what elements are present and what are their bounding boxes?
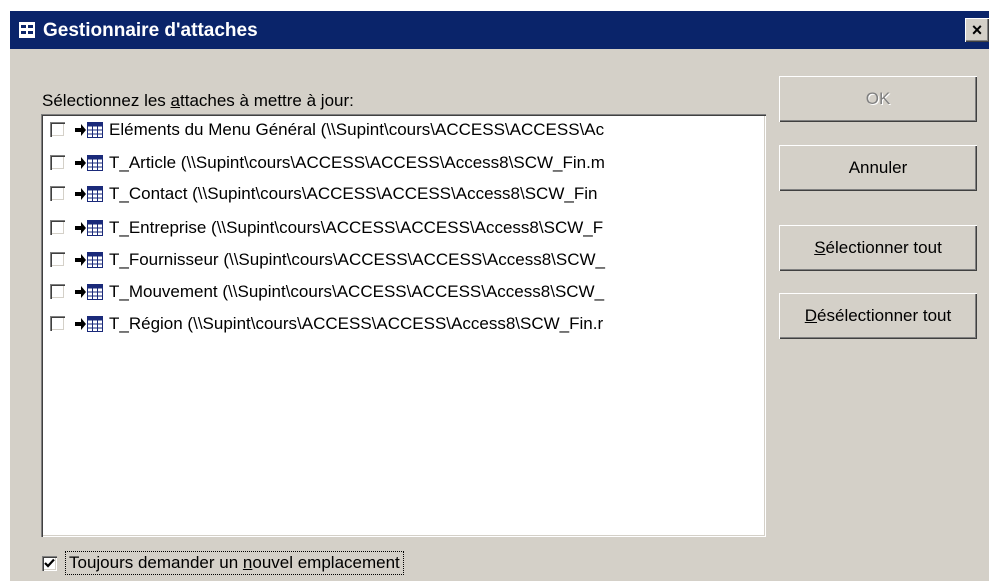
close-icon: × [971, 19, 983, 40]
select-all-button-label: Sélectionner tout [814, 238, 942, 257]
mnemonic: a [170, 91, 180, 110]
list-item[interactable]: T_Région (\\Supint\cours\ACCESS\ACCESS\A… [47, 311, 762, 339]
item-checkbox[interactable] [50, 252, 65, 267]
table-icon [87, 122, 103, 138]
title-bar[interactable]: Gestionnaire d'attaches × [10, 11, 989, 49]
list-item[interactable]: Eléments du Menu Général (\\Supint\cours… [47, 117, 762, 145]
item-label: T_Fournisseur (\\Supint\cours\ACCESS\ACC… [109, 250, 605, 269]
item-label: T_Région (\\Supint\cours\ACCESS\ACCESS\A… [109, 314, 604, 333]
link-arrow-icon [75, 254, 86, 266]
select-all-button[interactable]: Sélectionner tout [779, 225, 977, 271]
item-checkbox[interactable] [50, 316, 65, 331]
close-button[interactable]: × [965, 18, 989, 42]
always-ask-checkbox[interactable] [42, 556, 57, 571]
item-checkbox[interactable] [50, 155, 65, 170]
link-arrow-icon [75, 318, 86, 330]
link-arrow-icon [75, 222, 86, 234]
form-icon [19, 22, 35, 38]
table-icon [87, 284, 103, 300]
item-checkbox[interactable] [50, 186, 65, 201]
cancel-button[interactable]: Annuler [779, 145, 977, 191]
item-checkbox[interactable] [50, 122, 65, 137]
always-ask-label[interactable]: Toujours demander un nouvel emplacement [65, 551, 404, 575]
deselect-all-button[interactable]: Désélectionner tout [779, 293, 977, 339]
table-icon [87, 316, 103, 332]
link-arrow-icon [75, 286, 86, 298]
link-arrow-icon [75, 124, 86, 136]
table-icon [87, 186, 103, 202]
item-label: T_Article (\\Supint\cours\ACCESS\ACCESS\… [109, 153, 605, 172]
deselect-all-button-label: Désélectionner tout [804, 306, 952, 325]
window-title: Gestionnaire d'attaches [43, 20, 258, 41]
list-item[interactable]: T_Fournisseur (\\Supint\cours\ACCESS\ACC… [47, 247, 762, 275]
table-icon [87, 220, 103, 236]
ok-button[interactable]: OK [779, 76, 977, 122]
table-icon [87, 252, 103, 268]
list-prompt-label: Sélectionnez les attaches à mettre à jou… [42, 91, 354, 110]
item-label: T_Contact (\\Supint\cours\ACCESS\ACCESS\… [109, 184, 598, 203]
checkmark-icon [44, 558, 55, 568]
ok-button-label: OK [865, 89, 891, 108]
dialog-window: Gestionnaire d'attaches × Sélectionnez l… [10, 11, 989, 581]
item-label: T_Mouvement (\\Supint\cours\ACCESS\ACCES… [109, 282, 605, 301]
list-item[interactable]: T_Entreprise (\\Supint\cours\ACCESS\ACCE… [47, 215, 762, 243]
item-checkbox[interactable] [50, 220, 65, 235]
list-item[interactable]: T_Contact (\\Supint\cours\ACCESS\ACCESS\… [47, 181, 762, 209]
link-arrow-icon [75, 188, 86, 200]
item-label: Eléments du Menu Général (\\Supint\cours… [109, 120, 605, 139]
link-arrow-icon [75, 157, 86, 169]
table-icon [87, 155, 103, 171]
list-item[interactable]: T_Article (\\Supint\cours\ACCESS\ACCESS\… [47, 150, 762, 178]
list-item[interactable]: T_Mouvement (\\Supint\cours\ACCESS\ACCES… [47, 279, 762, 307]
cancel-button-label: Annuler [848, 158, 908, 177]
item-checkbox[interactable] [50, 284, 65, 299]
item-label: T_Entreprise (\\Supint\cours\ACCESS\ACCE… [109, 218, 604, 237]
attachments-listbox[interactable]: Eléments du Menu Général (\\Supint\cours… [41, 114, 766, 537]
